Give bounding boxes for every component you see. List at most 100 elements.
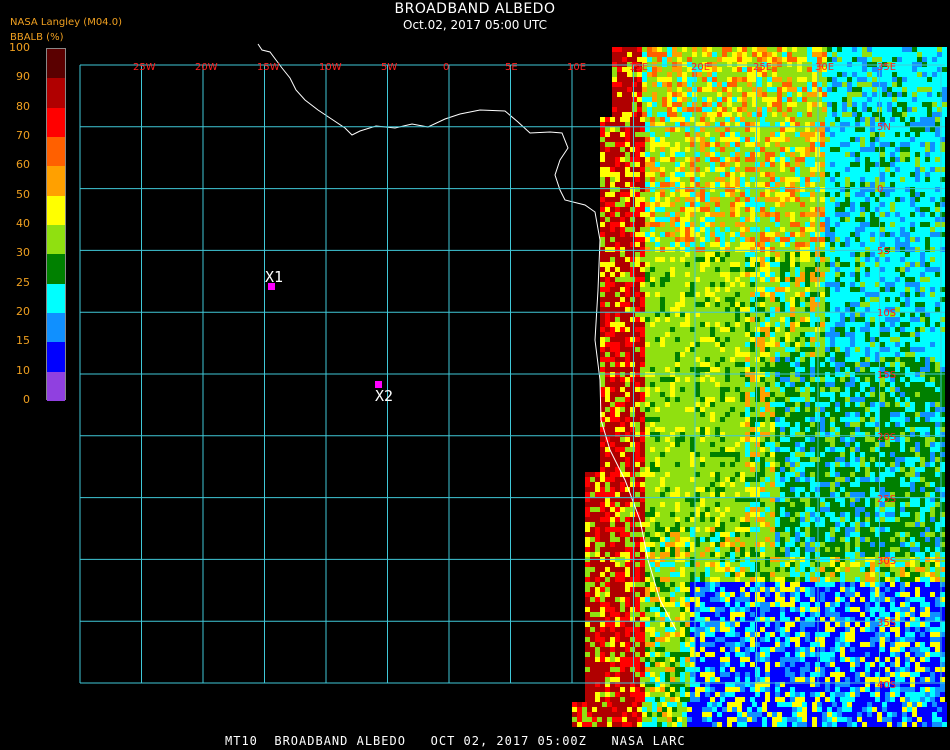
imagery-pixel — [810, 222, 815, 227]
imagery-pixel — [615, 262, 620, 267]
imagery-pixel — [740, 387, 745, 392]
imagery-pixel — [610, 122, 615, 127]
imagery-pixel — [710, 282, 715, 287]
imagery-pixel — [942, 97, 947, 102]
imagery-pixel — [755, 242, 760, 247]
imagery-pixel — [800, 182, 805, 187]
imagery-pixel — [697, 107, 702, 112]
imagery-pixel — [810, 387, 815, 392]
imagery-pixel — [795, 207, 800, 212]
imagery-pixel — [835, 142, 840, 147]
imagery-pixel — [757, 77, 762, 82]
imagery-pixel — [862, 47, 867, 52]
imagery-pixel — [770, 352, 775, 357]
imagery-pixel — [890, 297, 895, 302]
imagery-pixel — [865, 362, 870, 367]
imagery-pixel — [830, 312, 835, 317]
imagery-pixel — [617, 47, 622, 52]
imagery-pixel — [705, 407, 710, 412]
imagery-pixel — [920, 287, 925, 292]
imagery-pixel — [780, 392, 785, 397]
imagery-pixel — [930, 272, 935, 277]
imagery-pixel — [615, 227, 620, 232]
imagery-pixel — [780, 162, 785, 167]
imagery-pixel — [890, 277, 895, 282]
imagery-pixel — [792, 72, 797, 77]
imagery-pixel — [902, 87, 907, 92]
imagery-pixel — [835, 207, 840, 212]
imagery-pixel — [792, 107, 797, 112]
imagery-pixel — [897, 72, 902, 77]
imagery-pixel — [770, 297, 775, 302]
imagery-pixel — [680, 272, 685, 277]
imagery-pixel — [800, 377, 805, 382]
imagery-pixel — [885, 137, 890, 142]
imagery-pixel — [820, 397, 825, 402]
imagery-pixel — [647, 92, 652, 97]
imagery-pixel — [785, 347, 790, 352]
imagery-pixel — [915, 272, 920, 277]
imagery-pixel — [885, 397, 890, 402]
imagery-pixel — [675, 357, 680, 362]
imagery-pixel — [632, 77, 637, 82]
imagery-pixel — [775, 202, 780, 207]
imagery-pixel — [705, 387, 710, 392]
imagery-pixel — [730, 312, 735, 317]
imagery-pixel — [652, 67, 657, 72]
imagery-pixel — [650, 392, 655, 397]
imagery-pixel — [735, 177, 740, 182]
imagery-pixel — [890, 397, 895, 402]
imagery-pixel — [820, 272, 825, 277]
imagery-pixel — [615, 267, 620, 272]
imagery-pixel — [720, 147, 725, 152]
imagery-pixel — [735, 347, 740, 352]
imagery-pixel — [900, 347, 905, 352]
imagery-pixel — [782, 67, 787, 72]
imagery-pixel — [605, 127, 610, 132]
imagery-pixel — [800, 117, 805, 122]
imagery-pixel — [730, 407, 735, 412]
imagery-pixel — [660, 337, 665, 342]
imagery-pixel — [905, 277, 910, 282]
imagery-pixel — [810, 377, 815, 382]
imagery-pixel — [655, 117, 660, 122]
imagery-pixel — [840, 367, 845, 372]
imagery-pixel — [780, 322, 785, 327]
imagery-pixel — [830, 167, 835, 172]
imagery-pixel — [680, 397, 685, 402]
imagery-pixel — [790, 377, 795, 382]
imagery-pixel — [655, 152, 660, 157]
imagery-pixel — [920, 227, 925, 232]
imagery-pixel — [845, 307, 850, 312]
imagery-pixel — [717, 57, 722, 62]
imagery-pixel — [700, 377, 705, 382]
imagery-pixel — [930, 162, 935, 167]
imagery-pixel — [860, 277, 865, 282]
imagery-pixel — [632, 107, 637, 112]
imagery-pixel — [705, 227, 710, 232]
imagery-pixel — [785, 382, 790, 387]
imagery-pixel — [725, 217, 730, 222]
imagery-pixel — [800, 342, 805, 347]
imagery-pixel — [917, 77, 922, 82]
imagery-pixel — [830, 327, 835, 332]
imagery-pixel — [637, 107, 642, 112]
imagery-pixel — [675, 307, 680, 312]
imagery-pixel — [910, 327, 915, 332]
imagery-pixel — [735, 197, 740, 202]
imagery-pixel — [745, 377, 750, 382]
imagery-pixel — [932, 97, 937, 102]
imagery-pixel — [615, 122, 620, 127]
imagery-pixel — [885, 192, 890, 197]
imagery-pixel — [600, 302, 605, 307]
imagery-pixel — [915, 152, 920, 157]
imagery-pixel — [855, 217, 860, 222]
imagery-pixel — [860, 332, 865, 337]
imagery-pixel — [610, 187, 615, 192]
imagery-pixel — [925, 127, 930, 132]
imagery-pixel — [717, 97, 722, 102]
imagery-pixel — [642, 52, 647, 57]
imagery-pixel — [645, 207, 650, 212]
imagery-pixel — [640, 202, 645, 207]
imagery-pixel — [762, 47, 767, 52]
